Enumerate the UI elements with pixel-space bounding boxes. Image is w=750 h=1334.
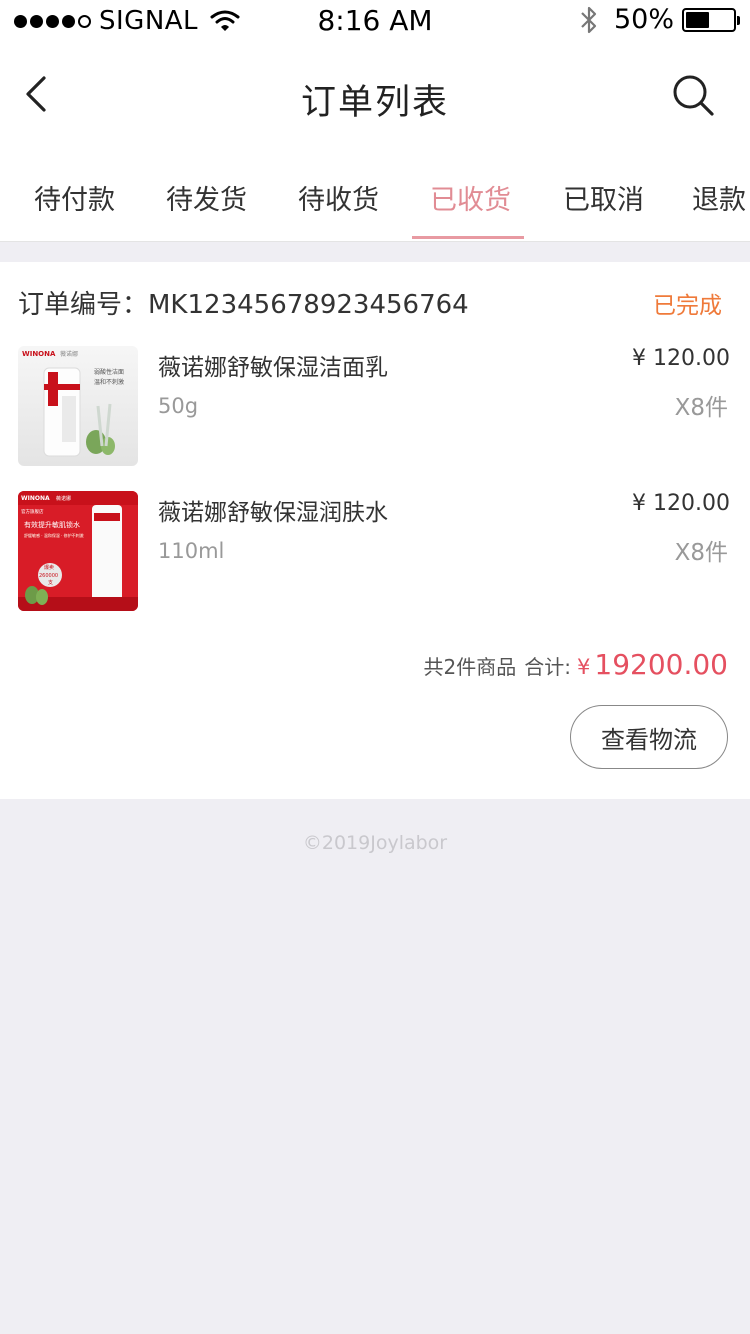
bluetooth-icon [581, 6, 597, 33]
item-count: 共2件商品 [423, 655, 517, 679]
svg-text:薇诺娜: 薇诺娜 [56, 495, 71, 502]
svg-text:薇诺娜: 薇诺娜 [60, 350, 78, 358]
svg-text:官方旗舰店: 官方旗舰店 [21, 508, 44, 515]
tab-pending-payment[interactable]: 待付款 [34, 178, 115, 217]
order-status-tabs: 待付款 待发货 待收货 已收货 已取消 退款 [0, 150, 750, 242]
tab-received[interactable]: 已收货 [430, 178, 511, 217]
svg-text:支: 支 [48, 579, 53, 586]
product-item[interactable]: WINONA 薇诺娜 官方旗舰店 有效提升敏肌锁水 舒缓敏感 · 温和保湿 · … [0, 491, 750, 613]
search-icon[interactable] [670, 72, 716, 118]
product-quantity: X8件 [674, 395, 728, 421]
product-price: ¥ 120.00 [632, 346, 730, 371]
battery-fill [686, 11, 709, 28]
product-spec: 110ml [158, 539, 225, 563]
tab-pending-receipt[interactable]: 待收货 [298, 178, 379, 217]
tab-refund[interactable]: 退款 [692, 178, 746, 217]
page-title: 订单列表 [300, 83, 449, 123]
active-tab-indicator [412, 236, 524, 239]
svg-text:弱酸性洁面: 弱酸性洁面 [94, 368, 124, 376]
order-status-badge: 已完成 [653, 293, 722, 319]
product-price: ¥ 120.00 [632, 491, 730, 516]
tab-cancelled[interactable]: 已取消 [563, 178, 644, 217]
copyright-footer: ©2019Joylabor [302, 832, 448, 854]
order-card[interactable]: 订单编号：MK12345678923456764 已完成 WINONA 薇诺娜 … [0, 262, 750, 799]
currency-symbol: ¥ [577, 655, 591, 679]
svg-text:有效提升敏肌锁水: 有效提升敏肌锁水 [24, 520, 80, 529]
svg-text:温和不刺激: 温和不刺激 [94, 378, 124, 386]
product-name: 薇诺娜舒敏保湿洁面乳 [158, 355, 388, 381]
product-image: WINONA 薇诺娜 官方旗舰店 有效提升敏肌锁水 舒缓敏感 · 温和保湿 · … [18, 491, 138, 611]
order-number: 订单编号：MK12345678923456764 [18, 290, 469, 320]
product-quantity: X8件 [674, 540, 728, 566]
order-summary: 共2件商品 合计: ¥ 19200.00 [424, 648, 728, 681]
nav-bar: 订单列表 [0, 44, 750, 150]
status-right: 50% [580, 4, 740, 35]
product-name: 薇诺娜舒敏保湿润肤水 [158, 500, 388, 526]
product-brand-mark: WINONA [21, 495, 50, 502]
view-logistics-button[interactable]: 查看物流 [570, 705, 728, 769]
product-spec: 50g [158, 394, 199, 418]
product-item[interactable]: WINONA 薇诺娜 弱酸性洁面 温和不刺激 薇诺娜舒敏保湿洁面乳 50g ¥ … [0, 346, 750, 468]
total-label: 合计: [524, 655, 572, 679]
svg-text:260000: 260000 [39, 573, 58, 579]
status-bar: SIGNAL 8:16 AM 50% [0, 0, 750, 44]
battery-percent: 50% [613, 4, 674, 35]
svg-text:爆卖: 爆卖 [44, 564, 54, 571]
product-brand-mark: WINONA [22, 350, 56, 358]
product-image: WINONA 薇诺娜 弱酸性洁面 温和不刺激 [18, 346, 138, 466]
battery-icon [682, 7, 740, 32]
svg-text:舒缓敏感 · 温和保湿 · 修护不刺激: 舒缓敏感 · 温和保湿 · 修护不刺激 [24, 532, 84, 538]
tab-pending-shipment[interactable]: 待发货 [166, 178, 247, 217]
total-amount: 19200.00 [594, 648, 728, 681]
